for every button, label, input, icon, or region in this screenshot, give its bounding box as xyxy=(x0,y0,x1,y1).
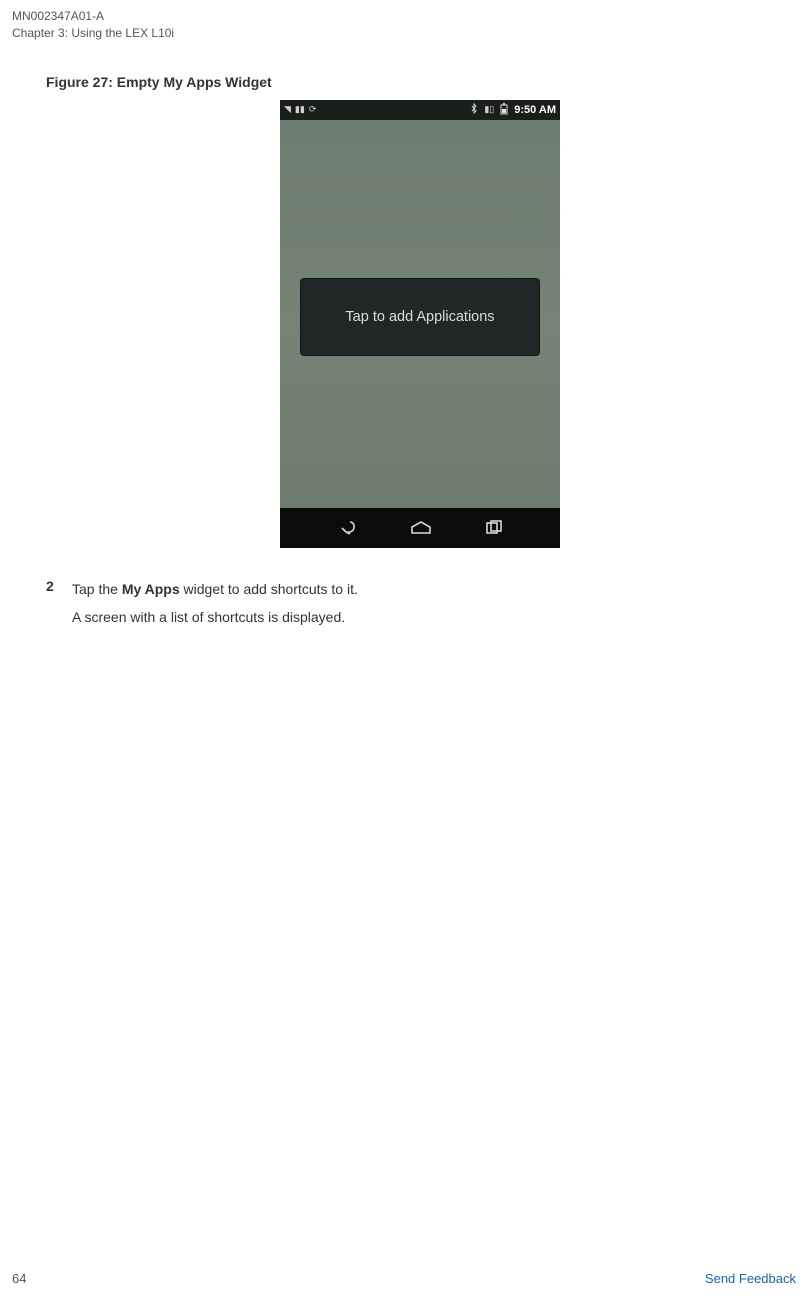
bluetooth-icon xyxy=(470,103,478,116)
figure-caption: Figure 27: Empty My Apps Widget xyxy=(46,74,808,90)
step-line-1: Tap the My Apps widget to add shortcuts … xyxy=(72,578,358,600)
send-feedback-link[interactable]: Send Feedback xyxy=(705,1271,796,1286)
navigation-bar xyxy=(280,508,560,548)
status-icon: ◥ xyxy=(284,104,291,115)
step-body: Tap the My Apps widget to add shortcuts … xyxy=(72,578,358,629)
home-icon[interactable] xyxy=(409,520,433,536)
step-text-bold: My Apps xyxy=(122,581,180,597)
device-screenshot: ◥ ▮▮ ⟳ ▮▯ 9:50 AM Tap to add Application… xyxy=(280,100,560,548)
recent-apps-icon[interactable] xyxy=(484,520,504,536)
procedure-step: 2 Tap the My Apps widget to add shortcut… xyxy=(46,578,808,629)
page-number: 64 xyxy=(12,1271,26,1286)
battery-icon xyxy=(500,103,508,117)
page-footer: 64 Send Feedback xyxy=(12,1271,796,1286)
sync-icon: ⟳ xyxy=(309,104,317,115)
status-icon: ▮▮ xyxy=(295,104,305,115)
signal-icon: ▮▯ xyxy=(484,104,494,115)
step-number: 2 xyxy=(46,578,72,594)
document-id: MN002347A01-A xyxy=(12,8,808,25)
chapter-title: Chapter 3: Using the LEX L10i xyxy=(12,25,808,42)
widget-placeholder-text: Tap to add Applications xyxy=(345,309,494,325)
step-text: Tap the xyxy=(72,581,122,597)
page-content: Figure 27: Empty My Apps Widget ◥ ▮▮ ⟳ ▮… xyxy=(0,46,808,629)
step-line-2: A screen with a list of shortcuts is dis… xyxy=(72,606,358,628)
page-header: MN002347A01-A Chapter 3: Using the LEX L… xyxy=(0,0,808,46)
my-apps-widget[interactable]: Tap to add Applications xyxy=(300,278,540,356)
step-text: widget to add shortcuts to it. xyxy=(180,581,358,597)
clock-text: 9:50 AM xyxy=(514,104,556,116)
status-bar: ◥ ▮▮ ⟳ ▮▯ 9:50 AM xyxy=(280,100,560,120)
back-icon[interactable] xyxy=(336,520,358,536)
